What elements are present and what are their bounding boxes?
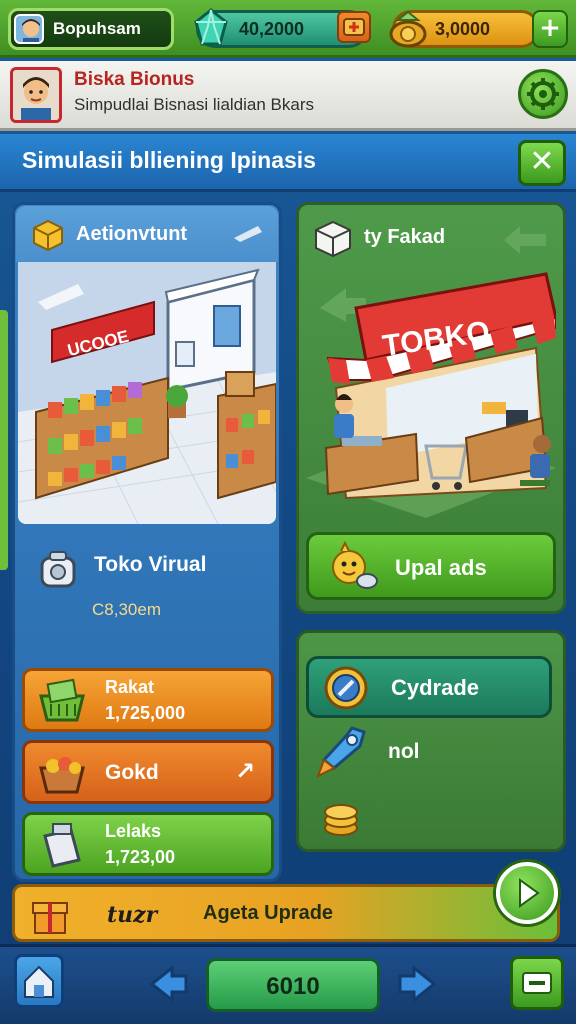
coin-stack-icon	[318, 794, 364, 840]
rocket-icon	[314, 722, 370, 780]
fruit-basket-icon	[35, 750, 89, 796]
page-indicator: 6010	[206, 958, 380, 1012]
home-icon	[24, 965, 54, 998]
gems-value: 40,2000	[239, 19, 305, 39]
lelaks-label: Lelaks	[105, 821, 162, 841]
left-card-header: Aetionvtunt	[16, 206, 278, 262]
next-page-button[interactable]	[394, 962, 440, 1006]
cloud-icon	[234, 226, 262, 242]
upgrade-button[interactable]: Cydrade	[306, 656, 552, 718]
home-button[interactable]	[14, 954, 64, 1008]
left-card-title: Aetionvtunt	[76, 223, 188, 245]
rakat-label: Rakat	[105, 677, 155, 697]
compass-icon	[321, 663, 371, 713]
upgrade-label: Cydrade	[391, 675, 480, 700]
physical-store-illustration: TOBKO	[306, 268, 558, 518]
gear-icon	[527, 78, 559, 110]
mascot-icon	[323, 537, 385, 599]
arrow-decoration-icon	[504, 226, 546, 254]
play-arrow-icon	[519, 878, 540, 908]
player-badge[interactable]: Bopuhsam	[8, 8, 174, 50]
page-number: 6010	[266, 973, 320, 1000]
gems-shop-button[interactable]	[337, 11, 371, 43]
coin-bag-icon	[386, 6, 430, 50]
upload-ads-button[interactable]: Upal ads	[306, 532, 556, 600]
store-value: C8,30em	[92, 600, 161, 619]
profile-subtitle: Simpudlai Bisnasi lialdian Bkars	[74, 95, 315, 114]
upgrade-action-bar[interactable]: tuzr Ageta Uprade	[12, 884, 560, 942]
profile-title: Biska Bionus	[74, 69, 195, 90]
gold-trend-arrow: ↗	[235, 757, 256, 785]
section-header: Simulasii blliening Ipinasis	[0, 134, 576, 192]
action-label: Ageta Uprade	[203, 902, 334, 924]
arrow-left-icon	[149, 964, 188, 1004]
previous-page-button[interactable]	[146, 962, 192, 1006]
right-card-title: ty Fakad	[364, 226, 446, 248]
arrow-right-icon	[398, 964, 437, 1004]
player-name: Bopuhsam	[53, 19, 141, 38]
section-title: Simulasii blliening Ipinasis	[22, 147, 316, 173]
coins-value: 3,0000	[435, 19, 491, 39]
settings-button[interactable]	[518, 69, 568, 119]
side-tab-strip[interactable]	[0, 310, 8, 570]
lelaks-button[interactable]: Lelaks 1,723,00	[22, 812, 274, 876]
cube-icon	[33, 219, 63, 252]
register-icon	[35, 822, 89, 868]
gem-icon	[190, 6, 232, 50]
action-tag: tuzr	[107, 902, 158, 928]
box-icon	[312, 218, 354, 258]
cash-basket-icon	[35, 678, 89, 724]
nol-label: nol	[388, 740, 420, 763]
profile-banner: Biska Bionus Simpudlai Bisnasi lialdian …	[0, 61, 576, 131]
gold-button[interactable]: Gokd ↗	[22, 740, 274, 804]
profile-avatar[interactable]	[10, 67, 62, 123]
next-button[interactable]	[496, 862, 558, 924]
virtual-store-illustration: UCOOE	[18, 262, 276, 524]
gift-box-icon	[29, 895, 71, 937]
menu-button[interactable]	[510, 956, 564, 1010]
store-name: Toko Virual	[94, 553, 207, 576]
player-avatar	[14, 14, 44, 44]
upload-ads-label: Upal ads	[395, 555, 487, 580]
add-coins-button[interactable]: +	[532, 10, 568, 48]
close-button[interactable]: ✕	[518, 140, 566, 186]
lelaks-value: 1,723,00	[105, 847, 176, 867]
robot-icon	[34, 548, 82, 592]
rakat-value: 1,725,000	[105, 703, 186, 723]
rakat-button[interactable]: Rakat 1,725,000	[22, 668, 274, 732]
minus-icon	[522, 972, 552, 994]
gold-label: Gokd	[105, 761, 159, 784]
